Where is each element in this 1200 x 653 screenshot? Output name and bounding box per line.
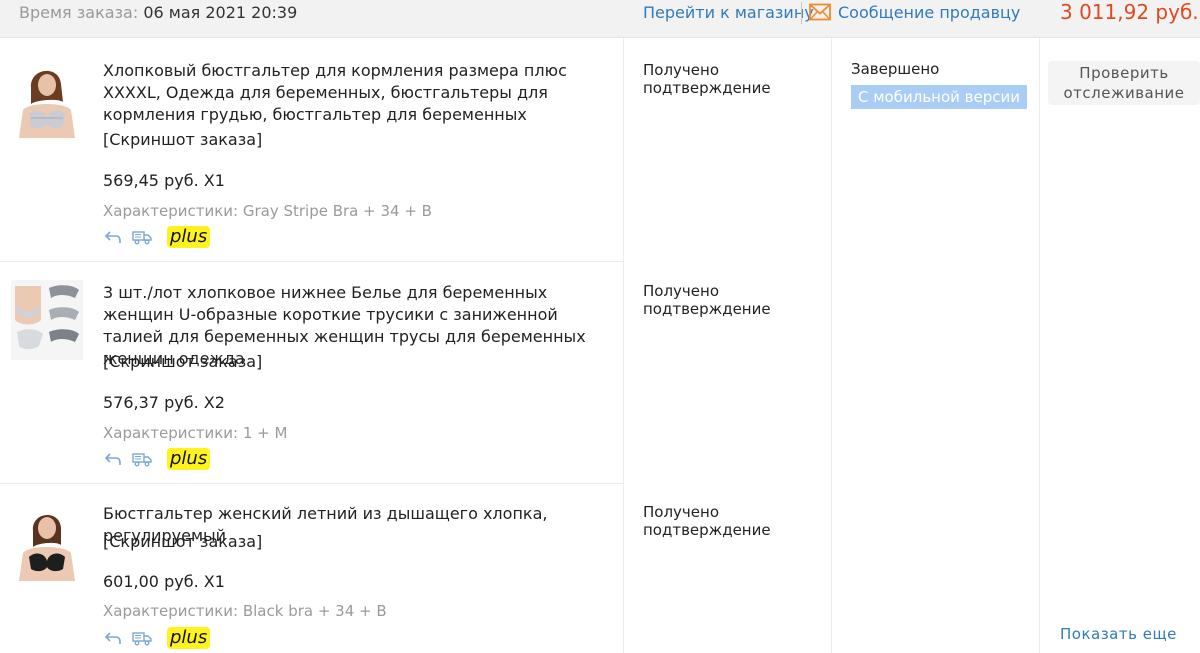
product-specs: Характеристики: Gray Stripe Bra + 34 + B bbox=[103, 202, 432, 220]
item-status: Получено подтверждение bbox=[643, 503, 771, 539]
row-divider bbox=[0, 483, 623, 484]
product-specs: Характеристики: Black bra + 34 + B bbox=[103, 602, 387, 620]
go-to-store-link[interactable]: Перейти к магазину bbox=[643, 3, 814, 23]
return-icon[interactable] bbox=[104, 630, 122, 646]
item-status: Получено подтверждение bbox=[643, 61, 771, 97]
return-icon[interactable] bbox=[104, 451, 122, 467]
header-divider bbox=[801, 2, 802, 24]
column-divider bbox=[1039, 38, 1040, 653]
plus-badge: plus bbox=[167, 226, 211, 248]
order-state: Завершено bbox=[851, 60, 940, 78]
product-thumbnail[interactable] bbox=[11, 501, 83, 581]
truck-icon[interactable] bbox=[132, 451, 152, 467]
order-snapshot-link[interactable]: [Скриншот заказа] bbox=[103, 531, 262, 553]
truck-icon[interactable] bbox=[132, 229, 152, 245]
order-snapshot-link[interactable]: [Скриншот заказа] bbox=[103, 351, 262, 373]
mail-icon[interactable] bbox=[809, 3, 831, 21]
truck-icon[interactable] bbox=[132, 630, 152, 646]
column-divider bbox=[831, 38, 832, 653]
product-price: 601,00 руб. X1 bbox=[103, 572, 225, 591]
column-divider bbox=[623, 38, 624, 653]
order-time-value: 06 мая 2021 20:39 bbox=[143, 3, 298, 22]
order-time: Время заказа: 06 мая 2021 20:39 bbox=[19, 3, 297, 23]
plus-badge: plus bbox=[167, 627, 211, 649]
order-time-label: Время заказа: bbox=[19, 3, 139, 22]
product-thumbnail[interactable] bbox=[11, 58, 83, 138]
return-icon[interactable] bbox=[104, 229, 122, 245]
product-price: 576,37 руб. X2 bbox=[103, 393, 225, 412]
order-header: Время заказа: 06 мая 2021 20:39 Перейти … bbox=[0, 0, 1200, 38]
product-thumbnail[interactable] bbox=[11, 280, 83, 360]
row-divider bbox=[0, 261, 623, 262]
item-status: Получено подтверждение bbox=[643, 282, 771, 318]
order-total: 3 011,92 руб. bbox=[1060, 0, 1199, 24]
check-tracking-button[interactable]: Проверить отслеживание bbox=[1048, 61, 1200, 105]
product-specs: Характеристики: 1 + M bbox=[103, 424, 288, 442]
order-snapshot-link[interactable]: [Скриншот заказа] bbox=[103, 129, 262, 151]
plus-badge: plus bbox=[167, 448, 211, 470]
product-price: 569,45 руб. X1 bbox=[103, 171, 225, 190]
mobile-version-badge: С мобильной версии bbox=[851, 85, 1027, 109]
show-more-link[interactable]: Показать еще bbox=[1060, 624, 1177, 644]
message-seller-link[interactable]: Сообщение продавцу bbox=[838, 3, 1020, 23]
product-title[interactable]: Хлопковый бюстгальтер для кормления разм… bbox=[103, 60, 618, 126]
